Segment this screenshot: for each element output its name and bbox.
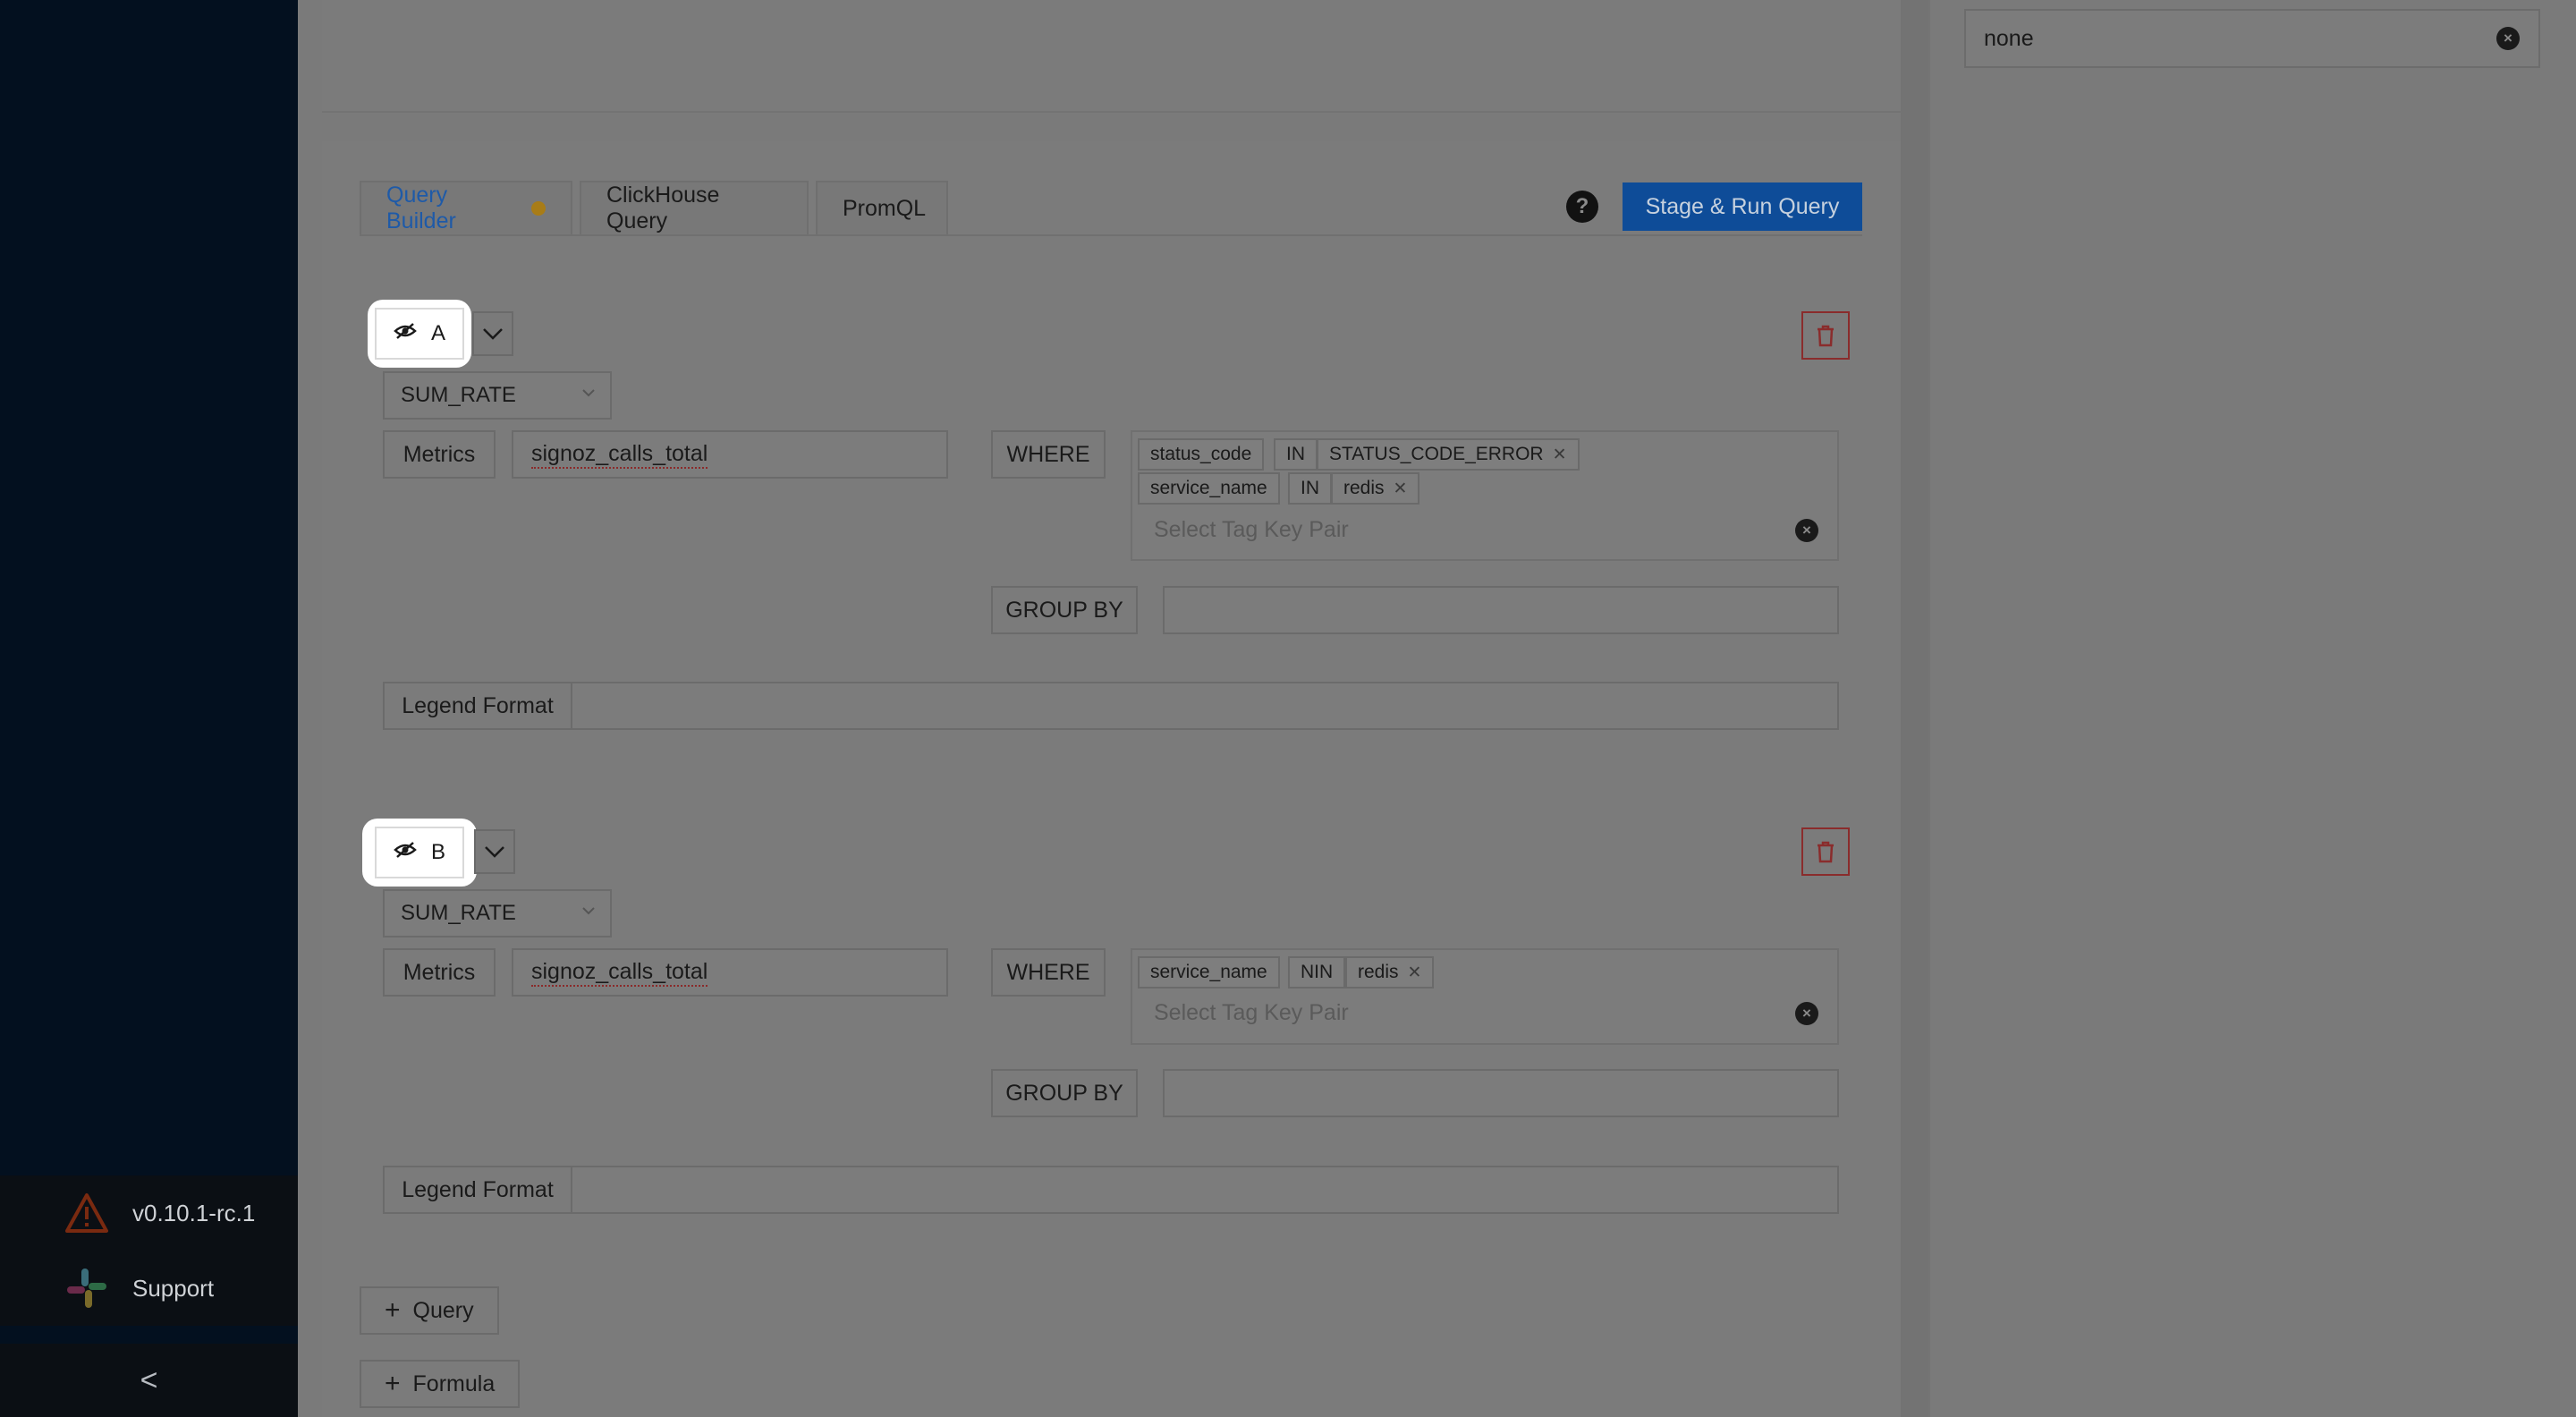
query-a-filter-1-op: IN — [1274, 438, 1318, 471]
add-query-label: Query — [412, 1297, 474, 1323]
tab-promql-label: PromQL — [843, 195, 927, 221]
slack-icon — [63, 1264, 111, 1312]
query-b-legend-input[interactable] — [571, 1166, 1839, 1214]
help-icon[interactable]: ? — [1566, 191, 1598, 223]
support-item[interactable]: Support — [0, 1251, 298, 1326]
add-formula-button[interactable]: + Formula — [360, 1360, 521, 1408]
query-b-groupby-input[interactable] — [1163, 1069, 1839, 1117]
query-b-toggle[interactable]: B — [365, 821, 474, 884]
query-b-aggregation-value: SUM_RATE — [401, 901, 516, 925]
query-a-groupby-input[interactable] — [1163, 586, 1839, 634]
add-formula-label: Formula — [412, 1370, 496, 1396]
version-item[interactable]: v0.10.1-rc.1 — [0, 1175, 298, 1251]
tab-query-builder[interactable]: Query Builder — [360, 181, 572, 234]
eye-off-icon — [394, 840, 417, 865]
right-pane — [1928, 0, 2576, 1417]
query-a-metrics-label: Metrics — [383, 430, 496, 479]
query-b-tag-placeholder: Select Tag Key Pair — [1154, 1000, 1349, 1025]
query-b-filter-1-value[interactable]: redis ✕ — [1345, 956, 1435, 989]
query-a-filter-1-value[interactable]: STATUS_CODE_ERROR ✕ — [1317, 438, 1580, 471]
chevron-down-icon — [485, 846, 504, 858]
right-select-value: none — [1984, 25, 2034, 51]
query-a-metric-input[interactable]: signoz_calls_total — [512, 430, 948, 479]
query-a-legend-label: Legend Format — [383, 682, 572, 730]
query-a-expand[interactable] — [472, 311, 513, 356]
version-label: v0.10.1-rc.1 — [132, 1199, 256, 1226]
query-a-tag-placeholder: Select Tag Key Pair — [1154, 517, 1349, 542]
query-b-metric-input[interactable]: signoz_calls_total — [512, 948, 948, 997]
query-a-filter-2-key: service_name — [1138, 472, 1280, 505]
eye-off-icon — [394, 321, 417, 346]
query-b-name: B — [430, 840, 445, 864]
query-a-toggle[interactable]: A — [370, 302, 469, 365]
query-a-where-label: WHERE — [991, 430, 1106, 479]
warning-triangle-icon — [63, 1189, 111, 1237]
add-query-button[interactable]: + Query — [360, 1286, 499, 1335]
top-card — [322, 0, 1901, 113]
query-a-metric-value: signoz_calls_total — [531, 441, 708, 469]
chevron-down-icon — [582, 389, 595, 397]
sidebar: v0.10.1-rc.1 Support < — [0, 0, 298, 1417]
close-icon[interactable]: ✕ — [1553, 445, 1567, 465]
query-b-filter-1-op: NIN — [1288, 956, 1346, 989]
query-b-filter-1-value-text: redis — [1358, 962, 1399, 982]
query-a-aggregation-select[interactable]: SUM_RATE — [383, 371, 612, 420]
query-b-clear-icon[interactable]: × — [1795, 1002, 1818, 1025]
query-a-name: A — [430, 321, 445, 345]
tab-clickhouse-label: ClickHouse Query — [606, 182, 720, 233]
close-icon[interactable]: ✕ — [1394, 479, 1408, 499]
divider — [1901, 0, 1928, 1417]
support-label: Support — [132, 1274, 215, 1302]
query-a-filter-1-value-text: STATUS_CODE_ERROR — [1329, 444, 1544, 464]
query-a-filter-2-value-text: redis — [1343, 478, 1385, 498]
plus-icon: + — [385, 1369, 401, 1398]
query-b-metrics-label: Metrics — [383, 948, 496, 997]
query-b-legend-label: Legend Format — [383, 1166, 572, 1214]
clear-icon[interactable]: × — [2496, 27, 2520, 50]
query-b-groupby-label: GROUP BY — [991, 1069, 1138, 1117]
query-b-delete-button[interactable] — [1801, 827, 1850, 876]
trash-icon — [1818, 841, 1834, 863]
query-a-clear-icon[interactable]: × — [1795, 519, 1818, 542]
query-b-aggregation-select[interactable]: SUM_RATE — [383, 889, 612, 938]
query-a-filter-2-value[interactable]: redis ✕ — [1331, 472, 1420, 505]
chevron-down-icon — [582, 907, 595, 915]
query-a-filter-1-key: status_code — [1138, 438, 1265, 471]
query-a-filter-2-op: IN — [1288, 472, 1332, 505]
tab-query-builder-label: Query Builder — [386, 182, 456, 233]
query-panel — [322, 141, 1901, 1417]
chevron-down-icon — [483, 328, 503, 340]
query-a-aggregation-value: SUM_RATE — [401, 383, 516, 407]
close-icon[interactable]: ✕ — [1408, 963, 1422, 983]
stage-run-query-button[interactable]: Stage & Run Query — [1623, 182, 1862, 231]
query-b-filter-1-key: service_name — [1138, 956, 1280, 989]
query-a-delete-button[interactable] — [1801, 311, 1850, 360]
query-a-legend-input[interactable] — [571, 682, 1839, 730]
query-b-where-label: WHERE — [991, 948, 1106, 997]
tab-clickhouse-query[interactable]: ClickHouse Query — [580, 181, 809, 234]
right-select[interactable]: none — [1964, 9, 2540, 68]
tab-underline — [360, 234, 1862, 236]
plus-icon: + — [385, 1295, 401, 1325]
unsaved-dot-icon — [531, 201, 546, 216]
query-b-metric-value: signoz_calls_total — [531, 959, 708, 987]
chevron-left-icon: < — [140, 1362, 158, 1397]
query-a-groupby-label: GROUP BY — [991, 586, 1138, 634]
query-b-expand[interactable] — [474, 829, 515, 874]
tab-promql[interactable]: PromQL — [816, 181, 948, 234]
trash-icon — [1818, 325, 1834, 347]
sidebar-collapse-button[interactable]: < — [0, 1344, 298, 1417]
